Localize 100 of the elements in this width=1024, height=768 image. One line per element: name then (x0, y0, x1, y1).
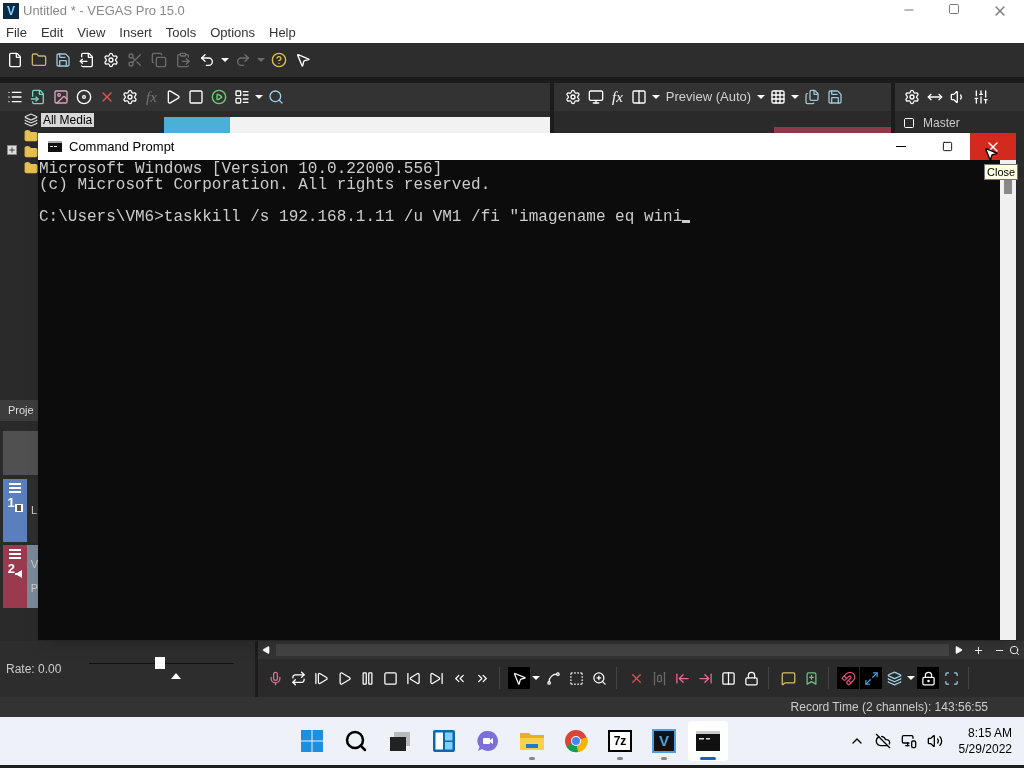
pause-icon (359, 670, 375, 686)
maximize-icon[interactable] (948, 3, 960, 15)
trim-icon (651, 670, 667, 686)
volume-icon[interactable] (926, 733, 943, 749)
close-button[interactable] (970, 133, 1016, 160)
minimize-icon (896, 146, 906, 147)
console-line: (c) Microsoft Corporation. All rights reserved. (39, 177, 492, 193)
lock-envelope-icon (920, 670, 936, 686)
clock-date[interactable]: 5/29/2022 (958, 741, 1012, 757)
track-header[interactable]: 1 L (3, 478, 38, 542)
marker-icon (780, 670, 796, 686)
play-circle-icon (210, 89, 227, 105)
gear-icon (904, 89, 920, 105)
search-icon (267, 89, 284, 105)
windows-logo-icon (300, 729, 324, 753)
magnet-button[interactable] (837, 667, 859, 689)
rate-slider[interactable] (89, 657, 235, 681)
menu-item[interactable]: Edit (40, 22, 64, 43)
archiver-logo: 7z (608, 730, 632, 752)
track-number: 2 (7, 559, 15, 578)
menu-icon[interactable] (9, 482, 21, 493)
zoom-in-icon[interactable] (973, 644, 984, 656)
ripple-icon (886, 670, 902, 686)
menu-icon[interactable] (8, 548, 21, 559)
text-cursor (682, 220, 691, 223)
stop-icon (187, 89, 204, 105)
console-line: C:\Users\VM6>taskkill /s 192.168.1.11 /u VM1 /fi "imagename eq wini (39, 209, 683, 225)
menu-item[interactable]: View (77, 22, 106, 43)
folder-icon (23, 129, 38, 143)
split-icon (720, 670, 736, 686)
envelope-icon (545, 670, 561, 686)
menu-item[interactable]: Help (269, 22, 296, 43)
folder-icon (23, 161, 38, 175)
image-icon (53, 89, 69, 105)
expand-icon[interactable] (6, 145, 17, 155)
gear-icon (122, 89, 138, 105)
search-icon (344, 729, 368, 753)
play-from-start-icon (313, 670, 329, 686)
magnet-icon (840, 670, 856, 686)
disc-icon (76, 89, 92, 105)
window-title: Untitled * - VEGAS Pro 15.0 (23, 2, 185, 21)
search-icon[interactable] (1009, 644, 1020, 656)
folder-icon (23, 145, 38, 159)
list-icon (7, 89, 23, 105)
microphone-icon (267, 670, 283, 686)
scroll-right-icon[interactable] (955, 646, 963, 654)
scroll-left-icon[interactable] (262, 646, 270, 654)
pointer-icon (295, 52, 311, 68)
preview-quality-dropdown[interactable]: Preview (Auto) (661, 86, 756, 108)
lock-envelope-button[interactable] (917, 667, 939, 689)
sliders-icon (973, 89, 989, 105)
page-icon (7, 52, 23, 68)
pointer-button[interactable] (508, 667, 530, 689)
film-icon (14, 504, 23, 512)
track-number: 1 (7, 493, 15, 512)
crossfade-icon (863, 670, 879, 686)
export-icon (79, 52, 95, 68)
menu-item[interactable]: File (6, 22, 27, 43)
slider-thumb[interactable] (155, 657, 166, 669)
copy-icon (151, 52, 167, 68)
menu-item[interactable]: Tools (165, 22, 197, 43)
fx-button[interactable]: fx (608, 86, 627, 108)
status-text: Record Time (2 channels): 143:56:55 (790, 699, 988, 716)
cloud-off-icon[interactable] (874, 733, 891, 749)
rate-label: Rate: 0.00 (6, 661, 62, 678)
menu-item[interactable]: Insert (119, 22, 152, 43)
scissors-icon (127, 52, 143, 68)
track-name: P (30, 581, 38, 596)
speaker-icon (14, 570, 22, 578)
tooltip: Close (984, 164, 1019, 180)
loop-icon (290, 670, 306, 686)
skip-forward-icon (428, 670, 444, 686)
paste-icon (175, 52, 191, 68)
crossfade-button[interactable] (860, 667, 882, 689)
region-icon (803, 670, 819, 686)
maximize-icon (941, 141, 953, 152)
gear-icon (565, 89, 581, 105)
taskbar-app[interactable]: V (644, 721, 684, 761)
track-header[interactable]: 2 V P (3, 544, 38, 608)
chat-icon (476, 729, 500, 753)
taskbar-app[interactable] (688, 721, 728, 761)
undo-icon (199, 52, 215, 68)
lock-icon (743, 670, 759, 686)
panel-tab[interactable]: Proje (0, 400, 38, 421)
tree-item[interactable]: All Media (40, 113, 95, 127)
selection-icon (568, 670, 584, 686)
skip-back-icon (405, 670, 421, 686)
clock-time[interactable]: 8:15 AM (967, 725, 1012, 741)
window-title: Command Prompt (69, 137, 175, 156)
vegas-logo: V (3, 3, 19, 19)
grid-icon (770, 89, 787, 105)
network-icon[interactable] (900, 733, 917, 749)
track-list-background (3, 430, 38, 475)
menu-item[interactable]: Options (210, 22, 255, 43)
taskbar-app[interactable]: 7z (600, 721, 640, 761)
gear-icon (103, 52, 119, 68)
widgets-icon (432, 729, 456, 753)
folder-icon (519, 730, 545, 752)
files-icon (804, 89, 821, 105)
browser-icon (564, 729, 588, 753)
